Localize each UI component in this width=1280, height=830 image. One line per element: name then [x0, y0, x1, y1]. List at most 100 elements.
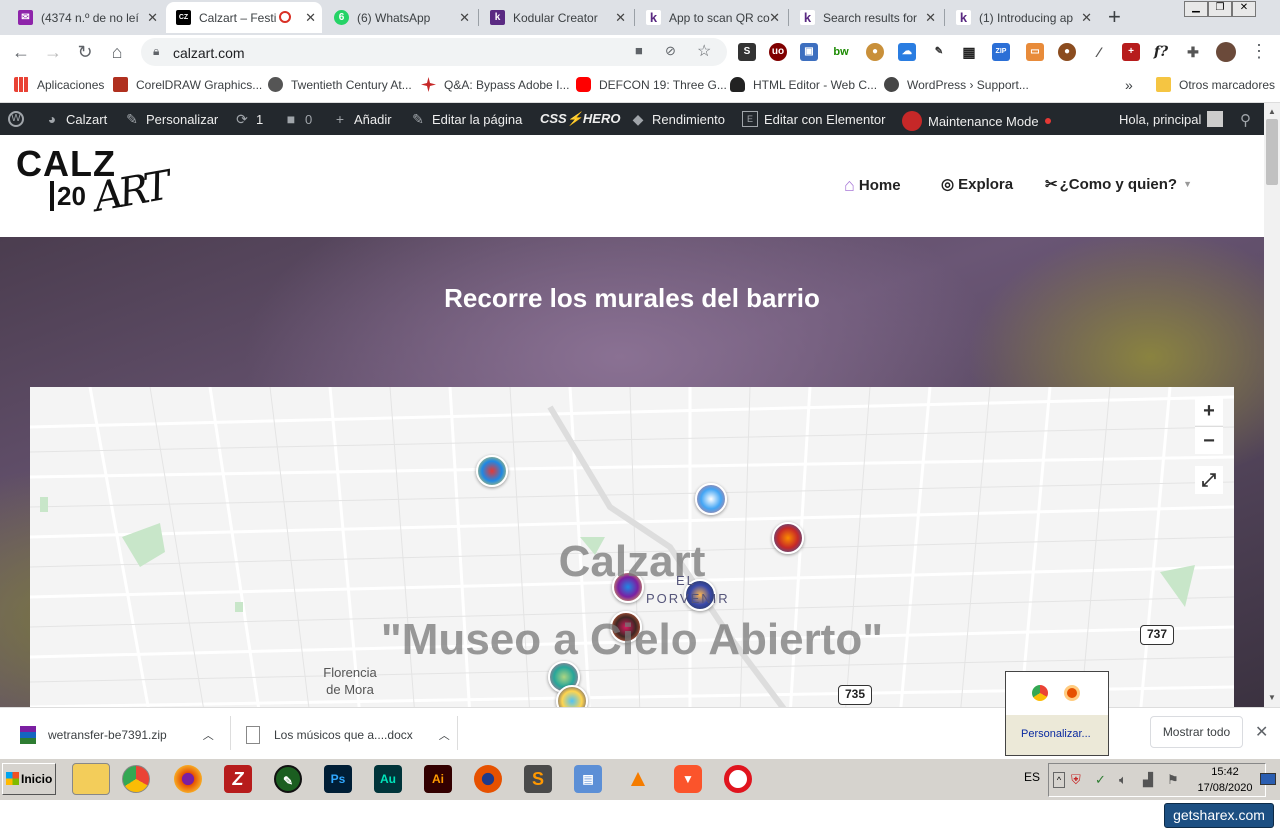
cookie-editor-icon[interactable]: ● — [1058, 43, 1076, 61]
customize-link[interactable]: Personalizar... — [1021, 728, 1091, 740]
close-tab-icon[interactable]: ✕ — [459, 10, 470, 26]
wp-csshero[interactable]: CSS⚡HERO — [540, 111, 620, 127]
mural-marker[interactable] — [695, 483, 727, 515]
zoom-out-button[interactable]: − — [1195, 426, 1223, 454]
shield-icon[interactable]: + — [1122, 43, 1140, 61]
wp-maintenance[interactable]: Maintenance Mode — [902, 111, 1051, 131]
illustrator-icon[interactable]: Ai — [424, 765, 452, 793]
opera-icon[interactable] — [724, 765, 752, 793]
forward-icon[interactable]: → — [42, 41, 64, 63]
firefox-icon[interactable] — [174, 765, 202, 793]
security-icon[interactable]: ⛨ — [1071, 772, 1081, 788]
nav-explora[interactable]: ◎ Explora — [941, 175, 1013, 194]
audition-icon[interactable]: Au — [374, 765, 402, 793]
close-tab-icon[interactable]: ✕ — [1081, 10, 1092, 26]
start-button[interactable]: Inicio — [2, 763, 56, 795]
wp-add-new[interactable]: + Añadir — [332, 111, 392, 127]
bookmark-other[interactable]: Otros marcadores — [1156, 77, 1275, 92]
wp-comments[interactable]: ■ 0 — [283, 111, 312, 127]
wp-customize[interactable]: ✎ Personalizar — [124, 111, 218, 127]
search-icon[interactable]: ⚲ — [1240, 111, 1251, 129]
chevron-up-icon[interactable]: ︿ — [439, 727, 450, 743]
minimize-button[interactable]: ▁ — [1184, 1, 1208, 17]
star-icon[interactable]: ☆ — [697, 41, 711, 61]
close-tab-icon[interactable]: ✕ — [147, 10, 158, 26]
ublock-icon[interactable]: uo — [769, 43, 787, 61]
wp-updates[interactable]: ⟳ 1 — [234, 111, 263, 127]
mural-marker[interactable] — [476, 455, 508, 487]
wp-edit-page[interactable]: ✎ Editar la página — [410, 111, 522, 127]
close-icon[interactable]: ✕ — [1255, 722, 1268, 742]
site-logo[interactable]: CALZ 20 ART — [16, 146, 176, 227]
bookmark-defcon[interactable]: DEFCON 19: Three G... — [576, 77, 727, 92]
photoshop-icon[interactable]: Ps — [324, 765, 352, 793]
firefox-dev-icon[interactable] — [474, 765, 502, 793]
tab-kodular-qr[interactable]: k App to scan QR co ✕ — [636, 2, 786, 33]
clock-date[interactable]: 17/08/2020 — [1195, 782, 1255, 794]
page-scrollbar[interactable]: ▲ ▼ — [1264, 103, 1280, 707]
chrome-icon[interactable] — [122, 765, 150, 793]
url-text[interactable]: calzart.com — [173, 45, 245, 61]
bookmark-wordpress[interactable]: WordPress › Support... — [884, 77, 1029, 92]
home-icon[interactable]: ⌂ — [106, 41, 128, 63]
address-bar[interactable]: 🔒︎ calzart.com ■ ⊘ ☆ — [141, 38, 727, 66]
close-tab-icon[interactable]: ✕ — [305, 10, 316, 26]
show-all-button[interactable]: Mostrar todo — [1150, 716, 1243, 748]
tab-gmail[interactable]: ✉ (4374 n.º de no leí ✕ — [8, 2, 164, 33]
sublime-icon[interactable]: S — [524, 765, 552, 793]
language-indicator[interactable]: ES — [1024, 770, 1040, 784]
scroll-up-icon[interactable]: ▲ — [1268, 107, 1276, 116]
flag-icon[interactable]: ⚑ — [1167, 772, 1179, 788]
capture-icon[interactable]: ▭ — [1026, 43, 1044, 61]
menu-icon[interactable]: ⋮ — [1250, 41, 1268, 62]
eye-slash-icon[interactable]: ⊘ — [665, 43, 676, 59]
cookie-icon[interactable]: ● — [866, 43, 884, 61]
picker-icon[interactable]: ⁄ — [1090, 43, 1108, 61]
explorer-icon[interactable] — [72, 763, 110, 795]
fullscreen-button[interactable]: ⤢ — [1195, 466, 1223, 494]
chrome-icon[interactable] — [1032, 685, 1048, 701]
wp-site-link[interactable]: ◕ Calzart — [44, 111, 107, 127]
murals-map[interactable]: Calzart "Museo a Cielo Abierto" EL PORVE… — [30, 387, 1234, 707]
font-icon[interactable]: f? — [1152, 43, 1170, 61]
chevron-up-icon[interactable]: ^ — [1053, 772, 1065, 788]
bookmark-html-editor[interactable]: HTML Editor - Web C... — [730, 77, 877, 92]
avatar[interactable] — [1216, 42, 1236, 62]
close-tab-icon[interactable]: ✕ — [925, 10, 936, 26]
wp-performance[interactable]: ◆ Rendimiento — [630, 111, 725, 127]
network-icon[interactable]: ▟ — [1143, 772, 1153, 788]
vlc-icon[interactable]: ▲ — [624, 765, 652, 793]
tab-kodular-intro[interactable]: k (1) Introducing ap ✕ — [946, 2, 1098, 33]
wp-account[interactable]: Hola, principal — [1119, 111, 1224, 127]
close-window-button[interactable]: ✕ — [1232, 1, 1256, 17]
tab-calzart[interactable]: CZ Calzart – Festi ✕ — [166, 2, 322, 33]
brave-icon[interactable]: ▼ — [674, 765, 702, 793]
scroll-down-icon[interactable]: ▼ — [1268, 693, 1276, 702]
bookmark-bypass-adobe[interactable]: Q&A: Bypass Adobe I... — [421, 77, 569, 92]
inkscape-icon[interactable]: ✎ — [274, 765, 302, 793]
bookmark-twentieth-century[interactable]: Twentieth Century At... — [268, 77, 412, 92]
clock-time[interactable]: 15:42 — [1199, 766, 1251, 778]
camera-icon[interactable]: ■ — [635, 43, 643, 58]
chevron-up-icon[interactable]: ︿ — [203, 727, 214, 743]
download-item[interactable]: wetransfer-be7391.zip ︿ — [20, 726, 214, 744]
filezilla-icon[interactable]: Z — [224, 765, 252, 793]
close-tab-icon[interactable]: ✕ — [769, 10, 780, 26]
wordpress-icon[interactable]: W — [8, 111, 30, 127]
close-tab-icon[interactable]: ✕ — [615, 10, 626, 26]
qr-icon[interactable]: ▦ — [960, 43, 978, 61]
tab-kodular[interactable]: k Kodular Creator ✕ — [480, 2, 632, 33]
new-tab-button[interactable]: + — [1108, 4, 1121, 30]
cloud-icon[interactable]: ☁ — [898, 43, 916, 61]
download-item[interactable]: Los músicos que a....docx ︿ — [246, 726, 450, 744]
scroll-thumb[interactable] — [1266, 119, 1278, 185]
reload-icon[interactable]: ↻ — [74, 41, 96, 63]
bw-icon[interactable]: bw — [832, 43, 850, 61]
remote-desktop-icon[interactable]: ▤ — [574, 765, 602, 793]
eyedropper-icon[interactable]: ✎ — [930, 43, 948, 61]
save-icon[interactable]: ▣ — [800, 43, 818, 61]
extensions-icon[interactable]: ✚ — [1184, 43, 1202, 61]
bookmarks-overflow[interactable]: » — [1125, 77, 1133, 93]
zip-icon[interactable]: ZIP — [992, 43, 1010, 61]
zoom-in-button[interactable]: + — [1195, 397, 1223, 425]
